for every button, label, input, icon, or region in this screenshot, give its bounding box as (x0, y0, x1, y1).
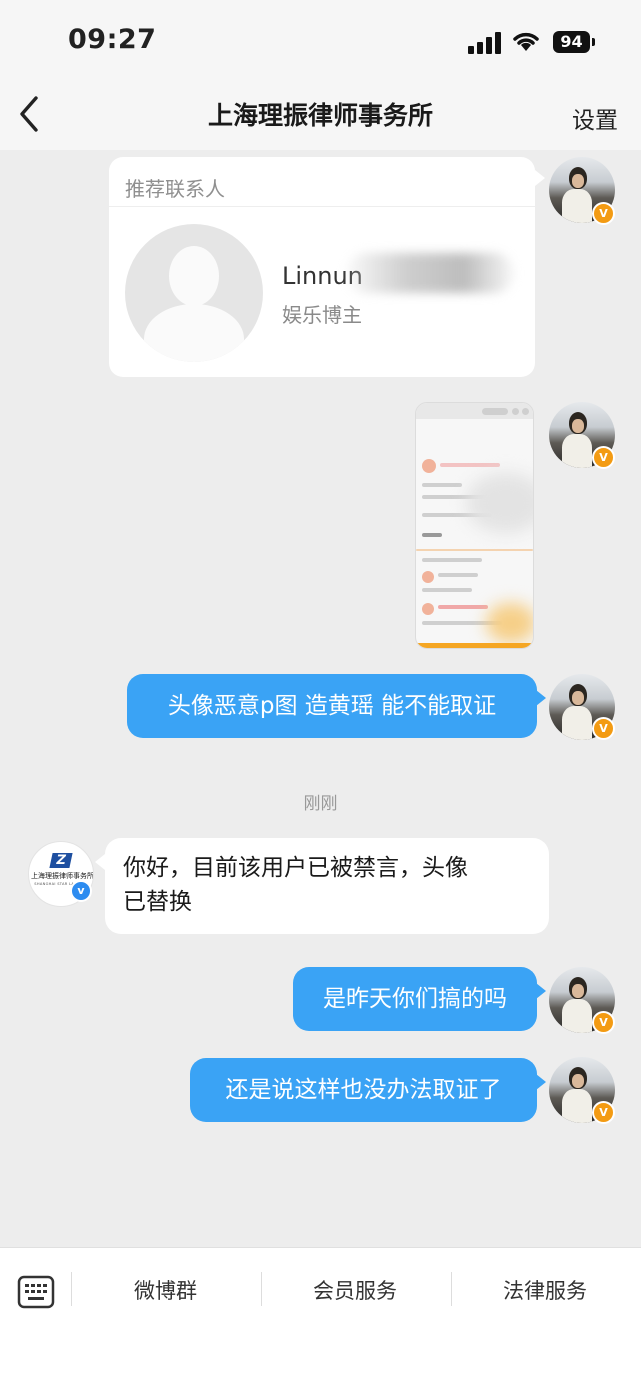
message-text: 头像恶意p图 造黄瑶 能不能取证 (167, 693, 497, 719)
image-message[interactable] (415, 402, 534, 649)
menu-member-service[interactable]: 会员服务 (313, 1275, 397, 1305)
contact-avatar (125, 224, 263, 362)
vip-badge-icon: V (592, 446, 615, 469)
message-text-line2: 已替换 (123, 889, 192, 915)
law-firm-logo-mark: Z (49, 853, 73, 868)
contact-description: 娱乐博主 (282, 303, 362, 327)
their-message-bubble[interactable]: 你好，目前该用户已被禁言，头像 已替换 (105, 838, 549, 934)
bubble-tail (536, 1074, 546, 1090)
blurred-name-region (346, 253, 514, 293)
wifi-icon (513, 32, 539, 51)
recommended-contact-card[interactable]: 推荐联系人 Linnun 娱乐博主 (109, 157, 535, 377)
vip-badge-icon: V (592, 202, 615, 225)
bubble-tail (535, 170, 545, 186)
my-message-bubble[interactable]: 头像恶意p图 造黄瑶 能不能取证 (127, 674, 537, 738)
card-divider (109, 206, 535, 207)
cellular-signal-icon (468, 32, 502, 54)
menu-separator (71, 1272, 72, 1306)
page-title: 上海理振律师事务所 (207, 101, 433, 130)
settings-button[interactable]: 设置 (572, 101, 618, 135)
bubble-tail (536, 983, 546, 999)
message-text-line1: 你好，目前该用户已被禁言，头像 (123, 855, 468, 881)
vip-badge-icon: V (592, 717, 615, 740)
keyboard-icon[interactable] (17, 1273, 55, 1311)
bottom-menu-bar: 微博群 会员服务 法律服务 (0, 1247, 641, 1387)
vip-badge-icon: V (592, 1011, 615, 1034)
card-heading: 推荐联系人 (125, 177, 225, 201)
menu-weibo-group[interactable]: 微博群 (134, 1275, 197, 1305)
vip-badge-icon: V (592, 1101, 615, 1124)
my-message-bubble[interactable]: 还是说这样也没办法取证了 (190, 1058, 537, 1122)
menu-separator (261, 1272, 262, 1306)
menu-separator (451, 1272, 452, 1306)
bubble-tail (536, 690, 546, 706)
status-time: 09:27 (68, 24, 157, 55)
my-message-bubble[interactable]: 是昨天你们搞的吗 (293, 967, 537, 1031)
battery-tip (592, 38, 595, 46)
verified-badge-icon: v (70, 880, 92, 902)
timestamp: 刚刚 (303, 794, 338, 814)
message-text: 还是说这样也没办法取证了 (225, 1077, 502, 1103)
bubble-tail (95, 854, 105, 870)
battery-indicator: 94 (553, 31, 590, 53)
menu-legal-service[interactable]: 法律服务 (503, 1275, 587, 1305)
message-text: 是昨天你们搞的吗 (323, 986, 507, 1012)
